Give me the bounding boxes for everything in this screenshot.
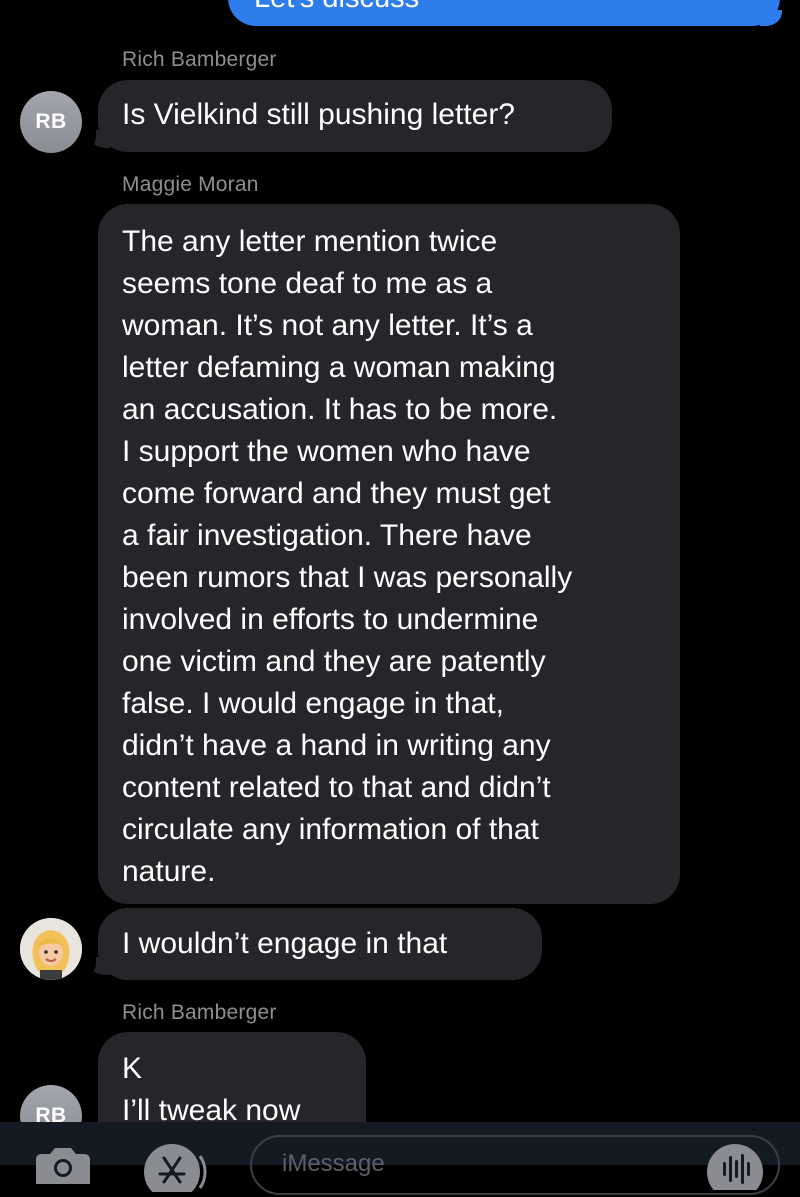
bubble-tail-mask bbox=[82, 955, 96, 977]
message-line: letter defaming a woman making bbox=[122, 351, 556, 384]
message-line: circulate any information of that bbox=[122, 813, 539, 846]
outgoing-bubble-tail bbox=[760, 10, 782, 26]
outgoing-message-text: Let's discuss bbox=[254, 0, 419, 15]
avatar[interactable]: RB bbox=[20, 91, 82, 153]
message-line: involved in efforts to undermine bbox=[122, 603, 539, 636]
message-line: false. I would engage in that, bbox=[122, 687, 504, 720]
message-text: I wouldn’t engage in that bbox=[122, 927, 448, 960]
audio-message-button[interactable] bbox=[700, 1140, 766, 1197]
message-text: Is Vielkind still pushing letter? bbox=[122, 98, 515, 131]
memoji-avatar-icon bbox=[20, 918, 82, 980]
message-line: come forward and they must get bbox=[122, 477, 551, 510]
app-store-button[interactable] bbox=[142, 1142, 212, 1197]
message-line: seems tone deaf to me as a bbox=[122, 267, 493, 300]
waveform-icon bbox=[707, 1144, 763, 1197]
camera-button[interactable] bbox=[32, 1144, 94, 1184]
incoming-message-bubble[interactable]: I wouldn’t engage in that bbox=[98, 908, 542, 980]
message-input[interactable] bbox=[280, 1149, 684, 1179]
app-store-icon bbox=[144, 1144, 207, 1197]
message-line: one victim and they are patently bbox=[122, 645, 546, 678]
message-line: woman. It’s not any letter. It’s a bbox=[122, 309, 533, 342]
sender-name: Rich Bamberger bbox=[122, 1001, 277, 1024]
message-line: I support the women who have bbox=[122, 435, 531, 468]
message-line: been rumors that I was personally bbox=[122, 561, 573, 594]
bubble-tail-mask bbox=[82, 128, 96, 150]
incoming-message-bubble[interactable]: Is Vielkind still pushing letter? bbox=[98, 80, 612, 152]
sender-name: Maggie Moran bbox=[122, 173, 259, 196]
incoming-message-bubble[interactable]: The any letter mention twice seems tone … bbox=[98, 204, 680, 904]
message-line: The any letter mention twice bbox=[122, 225, 498, 258]
camera-icon bbox=[36, 1148, 90, 1184]
message-line: content related to that and didn’t bbox=[122, 771, 551, 804]
message-line: K bbox=[122, 1052, 143, 1085]
sender-name: Rich Bamberger bbox=[122, 48, 277, 71]
message-line: a fair investigation. There have bbox=[122, 519, 532, 552]
message-line: didn’t have a hand in writing any bbox=[122, 729, 551, 762]
outgoing-message-bubble[interactable]: Let's discuss bbox=[228, 0, 780, 26]
message-line: nature. bbox=[122, 855, 216, 888]
memoji-avatar[interactable] bbox=[20, 918, 82, 980]
message-line: an accusation. It has to be more. bbox=[122, 393, 558, 426]
